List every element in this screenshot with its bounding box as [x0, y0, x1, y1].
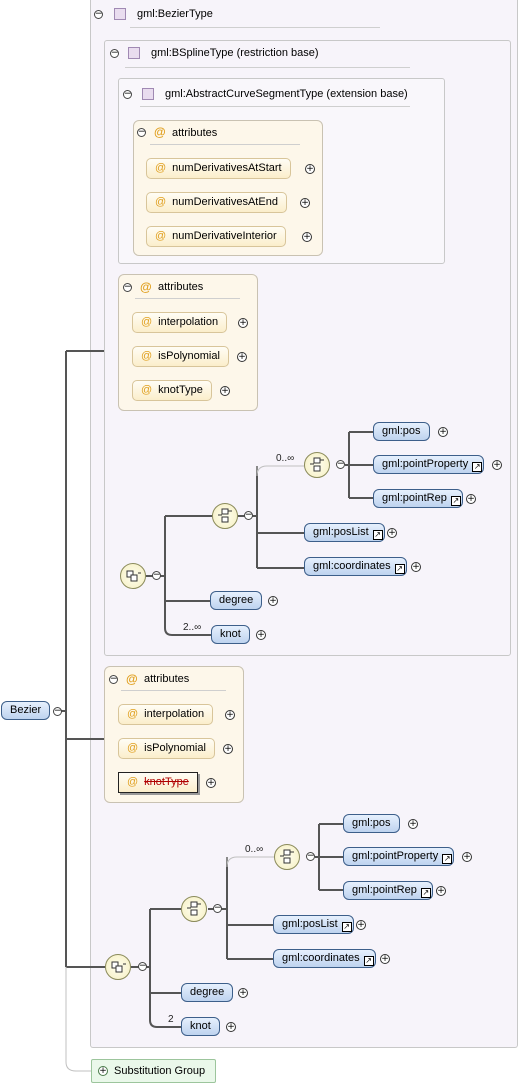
expand-plus-icon[interactable]: +	[408, 819, 418, 829]
expand-plus-icon[interactable]: +	[380, 954, 390, 964]
connector-lines	[58, 350, 373, 1072]
element-gml-coordinates[interactable]: gml:coordinates ↗	[273, 949, 376, 968]
choice-occurrence: 0..∞	[245, 844, 264, 855]
expand-plus-icon[interactable]: +	[466, 494, 476, 504]
expand-plus-icon[interactable]: +	[436, 886, 446, 896]
root-element-bezier[interactable]: Bezier	[1, 701, 51, 720]
element-gml-pos-list[interactable]: gml:posList ↗	[304, 523, 385, 542]
expand-plus-icon[interactable]: +	[411, 562, 421, 572]
choice-glyph	[280, 849, 294, 864]
choice-glyph	[310, 457, 324, 472]
element-degree[interactable]: degree	[181, 983, 234, 1002]
reference-arrow-icon: ↗	[420, 888, 431, 898]
choice-compositor-icon[interactable]	[181, 896, 207, 922]
expand-plus-icon[interactable]: +	[387, 528, 397, 538]
element-gml-pos-list[interactable]: gml:posList ↗	[273, 915, 354, 934]
element-gml-pos[interactable]: gml:pos	[373, 422, 430, 441]
reference-arrow-icon: ↗	[341, 922, 352, 932]
element-gml-point-property[interactable]: gml:pointProperty ↗	[343, 847, 455, 866]
element-gml-point-rep[interactable]: gml:pointRep ↗	[343, 881, 433, 900]
expand-plus-icon[interactable]: +	[256, 630, 266, 640]
element-degree[interactable]: degree	[210, 591, 263, 610]
sequence-compositor-icon[interactable]	[105, 954, 131, 980]
sequence-compositor-icon[interactable]	[120, 563, 146, 589]
reference-arrow-icon: ↗	[394, 564, 405, 574]
expand-plus-icon: +	[98, 1066, 108, 1076]
knot-occurrence: 2..∞	[183, 622, 202, 633]
expand-plus-icon[interactable]: +	[226, 1022, 236, 1032]
expand-plus-icon[interactable]: +	[462, 852, 472, 862]
choice-compositor-icon[interactable]	[274, 844, 300, 870]
collapse-choice-icon[interactable]: −	[306, 852, 315, 861]
reference-arrow-icon: ↗	[450, 496, 461, 506]
collapse-choice-icon[interactable]: −	[336, 460, 345, 469]
expand-plus-icon[interactable]: +	[438, 427, 448, 437]
choice-occurrence: 0..∞	[276, 453, 295, 464]
element-knot[interactable]: knot	[181, 1017, 220, 1036]
element-gml-point-rep[interactable]: gml:pointRep ↗	[373, 489, 463, 508]
choice-glyph	[218, 508, 232, 523]
expand-plus-icon[interactable]: +	[238, 988, 248, 998]
collapse-root-icon[interactable]: −	[53, 707, 62, 716]
choice-compositor-icon[interactable]	[212, 503, 238, 529]
expand-plus-icon[interactable]: +	[492, 460, 502, 470]
substitution-group-button[interactable]: + Substitution Group	[91, 1059, 217, 1083]
knot-occurrence: 2	[168, 1014, 174, 1025]
reference-arrow-icon: ↗	[372, 530, 383, 540]
element-gml-point-property[interactable]: gml:pointProperty ↗	[373, 455, 485, 474]
collapse-choice-icon[interactable]: −	[213, 904, 222, 913]
reference-arrow-icon: ↗	[363, 956, 374, 966]
sequence-glyph	[111, 961, 126, 973]
reference-arrow-icon: ↗	[442, 854, 453, 864]
element-knot[interactable]: knot	[211, 625, 250, 644]
collapse-sequence-icon[interactable]: −	[138, 962, 147, 971]
expand-plus-icon[interactable]: +	[268, 596, 278, 606]
element-gml-pos[interactable]: gml:pos	[343, 814, 400, 833]
choice-glyph	[187, 901, 201, 916]
collapse-choice-icon[interactable]: −	[244, 511, 253, 520]
choice-compositor-icon[interactable]	[304, 452, 330, 478]
collapse-sequence-icon[interactable]: −	[152, 571, 161, 580]
expand-plus-icon[interactable]: +	[356, 920, 366, 930]
sequence-glyph	[126, 570, 141, 582]
reference-arrow-icon: ↗	[472, 462, 483, 472]
element-gml-coordinates[interactable]: gml:coordinates ↗	[304, 557, 407, 576]
